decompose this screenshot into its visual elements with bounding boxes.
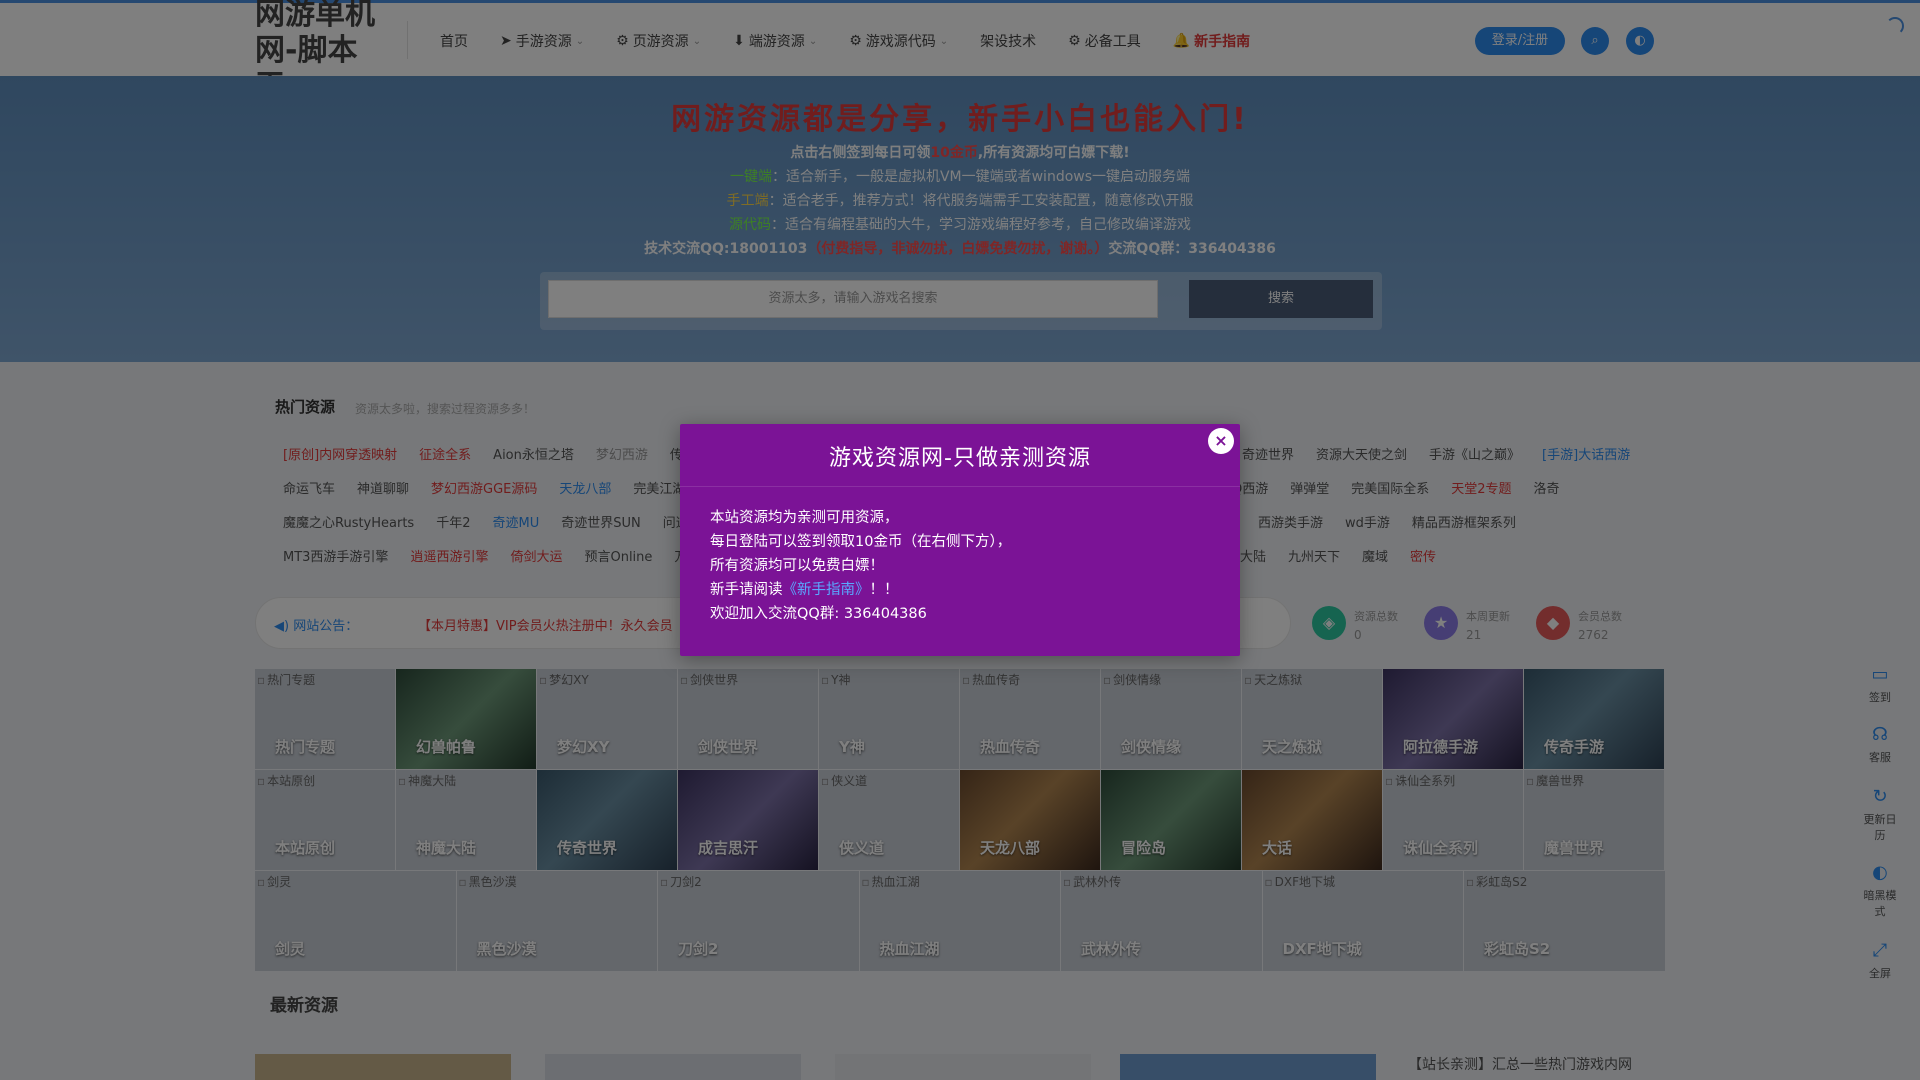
modal-body: 本站资源均为亲测可用资源， 每日登陆可以签到领取10金币（在右侧下方）， 所有资… <box>710 506 1011 626</box>
beginner-guide-link[interactable]: 《新手指南》 <box>783 582 870 598</box>
modal-line-3: 所有资源均可以免费白嫖！ <box>710 558 884 574</box>
modal-title: 游戏资源网-只做亲测资源 <box>829 446 1091 471</box>
modal-line-4-post: ！！ <box>869 582 899 598</box>
modal-divider <box>680 486 1240 487</box>
modal-line-2: 每日登陆可以签到领取10金币（在右侧下方）， <box>710 534 1012 550</box>
modal-line-4: 新手请阅读《新手指南》！！ <box>710 578 1011 602</box>
modal-line-1: 本站资源均为亲测可用资源， <box>710 510 899 526</box>
modal-line-5: 欢迎加入交流QQ群: 336404386 <box>710 606 927 622</box>
modal-close-button[interactable]: × <box>1208 428 1234 454</box>
modal-line-4-pre: 新手请阅读 <box>710 582 783 598</box>
announcement-modal: 游戏资源网-只做亲测资源 本站资源均为亲测可用资源， 每日登陆可以签到领取10金… <box>680 424 1240 656</box>
